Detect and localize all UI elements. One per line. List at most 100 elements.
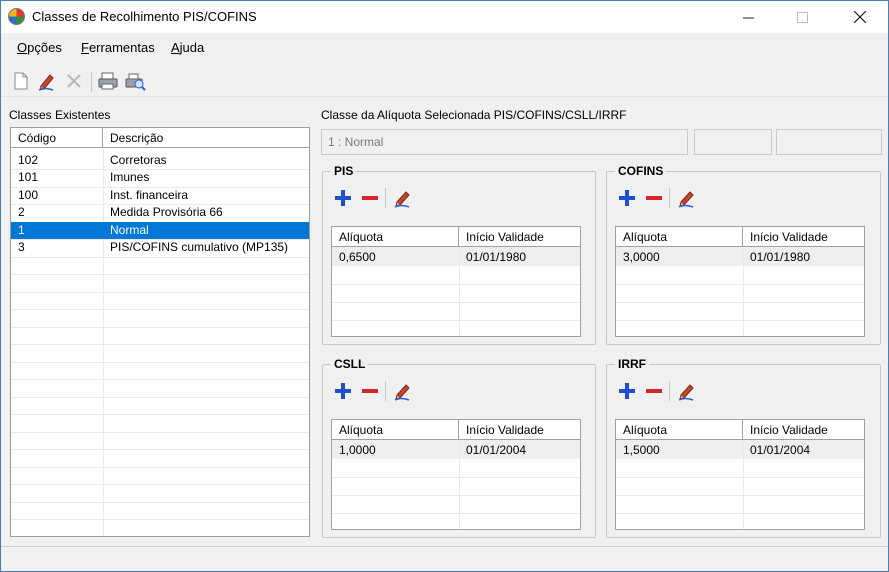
grid-line — [11, 449, 309, 450]
grid-divider — [743, 440, 744, 529]
grid-line — [332, 513, 580, 514]
table-row[interactable]: 102 Corretoras — [11, 152, 309, 169]
delete-button[interactable] — [64, 71, 86, 93]
print-preview-button[interactable] — [124, 71, 146, 93]
irrf-edit-button[interactable] — [677, 381, 697, 401]
column-aliquota[interactable]: Alíquota — [616, 227, 743, 247]
table-row[interactable]: 100 Inst. financeira — [11, 187, 309, 204]
grid-line — [11, 309, 309, 310]
grid-divider — [459, 440, 460, 529]
cofins-group: COFINS Alíquota Início Validade 3,0000 0… — [606, 164, 881, 345]
classes-grid-header: Código Descrição — [11, 128, 309, 148]
pis-edit-button[interactable] — [393, 188, 413, 208]
group-separator — [669, 381, 670, 401]
minimize-icon — [742, 17, 754, 18]
column-aliquota[interactable]: Alíquota — [332, 420, 459, 440]
column-inicio-validade[interactable]: Início Validade — [459, 420, 580, 440]
csll-rate-grid[interactable]: Alíquota Início Validade 1,0000 01/01/20… — [331, 419, 581, 530]
grid-line — [11, 397, 309, 398]
cofins-rate-grid[interactable]: Alíquota Início Validade 3,0000 01/01/19… — [615, 226, 865, 337]
grid-line — [616, 284, 864, 285]
pis-grid-header: Alíquota Início Validade — [332, 227, 580, 247]
edit-button[interactable] — [37, 71, 59, 93]
column-inicio-validade[interactable]: Início Validade — [743, 227, 864, 247]
table-row[interactable]: 1,0000 01/01/2004 — [332, 440, 580, 459]
csll-remove-button[interactable] — [360, 381, 380, 401]
selected-class-field[interactable]: 1 : Normal — [321, 129, 688, 155]
row-code: 3 — [18, 240, 25, 254]
start-date: 01/01/2004 — [466, 443, 527, 457]
grid-line — [332, 302, 580, 303]
irrf-grid-header: Alíquota Início Validade — [616, 420, 864, 440]
column-descricao[interactable]: Descrição — [103, 128, 309, 148]
row-desc: PIS/COFINS cumulativo (MP135) — [110, 240, 289, 254]
menu-ferramentas[interactable]: Ferramentas — [81, 40, 155, 55]
table-row[interactable]: 3 PIS/COFINS cumulativo (MP135) — [11, 239, 309, 256]
close-icon — [854, 11, 866, 23]
grid-line — [332, 284, 580, 285]
maximize-button[interactable] — [779, 1, 825, 33]
start-date: 01/01/1980 — [750, 250, 811, 264]
grid-line — [11, 327, 309, 328]
edit-pencil-icon — [38, 74, 54, 91]
toolbar-separator — [91, 72, 92, 92]
grid-line — [616, 513, 864, 514]
grid-line — [616, 495, 864, 496]
group-separator — [385, 188, 386, 208]
close-button[interactable] — [837, 1, 883, 33]
start-date: 01/01/1980 — [466, 250, 527, 264]
pis-rate-grid[interactable]: Alíquota Início Validade 0,6500 01/01/19… — [331, 226, 581, 337]
menu-opcoes[interactable]: Opções — [17, 40, 62, 55]
column-inicio-validade[interactable]: Início Validade — [743, 420, 864, 440]
extra-field-1[interactable] — [694, 129, 772, 155]
grid-line — [11, 414, 309, 415]
table-row-selected[interactable]: 1 Normal — [11, 222, 309, 239]
plus-icon — [619, 190, 635, 206]
menu-ajuda[interactable]: Ajuda — [171, 40, 204, 55]
minimize-button[interactable] — [725, 1, 771, 33]
csll-group: CSLL Alíquota Início Validade 1,0000 01/… — [322, 357, 596, 538]
rate-value: 1,5000 — [623, 443, 660, 457]
pis-remove-button[interactable] — [360, 188, 380, 208]
extra-field-2[interactable] — [776, 129, 882, 155]
column-aliquota[interactable]: Alíquota — [616, 420, 743, 440]
print-button[interactable] — [97, 71, 119, 93]
minus-icon — [362, 196, 378, 200]
grid-line — [11, 379, 309, 380]
classes-grid[interactable]: Código Descrição 102 Corretoras 101 Imun… — [10, 127, 310, 537]
edit-pencil-icon — [394, 191, 410, 208]
irrf-remove-button[interactable] — [644, 381, 664, 401]
pis-add-button[interactable] — [333, 188, 353, 208]
grid-line — [11, 432, 309, 433]
grid-line — [332, 320, 580, 321]
pis-group: PIS Alíquota Início Validade 0,6500 01/0… — [322, 164, 596, 345]
column-inicio-validade[interactable]: Início Validade — [459, 227, 580, 247]
row-desc: Normal — [110, 223, 149, 237]
column-aliquota[interactable]: Alíquota — [332, 227, 459, 247]
csll-add-button[interactable] — [333, 381, 353, 401]
table-row[interactable]: 0,6500 01/01/1980 — [332, 247, 580, 266]
cofins-edit-button[interactable] — [677, 188, 697, 208]
menu-bar: Opções Ferramentas Ajuda — [1, 35, 888, 61]
edit-pencil-icon — [394, 384, 410, 401]
pis-group-title: PIS — [331, 164, 357, 178]
irrf-group: IRRF Alíquota Início Validade 1,5000 01/… — [606, 357, 881, 538]
status-bar — [1, 546, 888, 571]
cofins-remove-button[interactable] — [644, 188, 664, 208]
classes-label: Classes Existentes — [9, 108, 111, 122]
column-codigo[interactable]: Código — [11, 128, 103, 148]
irrf-add-button[interactable] — [617, 381, 637, 401]
title-bar: Classes de Recolhimento PIS/COFINS — [1, 1, 888, 33]
cofins-add-button[interactable] — [617, 188, 637, 208]
table-row[interactable]: 101 Imunes — [11, 169, 309, 186]
grid-line — [616, 302, 864, 303]
grid-line — [616, 320, 864, 321]
cofins-group-title: COFINS — [615, 164, 667, 178]
table-row[interactable]: 3,0000 01/01/1980 — [616, 247, 864, 266]
group-separator — [385, 381, 386, 401]
csll-edit-button[interactable] — [393, 381, 413, 401]
table-row[interactable]: 2 Medida Provisória 66 — [11, 204, 309, 221]
table-row[interactable]: 1,5000 01/01/2004 — [616, 440, 864, 459]
irrf-rate-grid[interactable]: Alíquota Início Validade 1,5000 01/01/20… — [615, 419, 865, 530]
new-button[interactable] — [11, 71, 33, 93]
